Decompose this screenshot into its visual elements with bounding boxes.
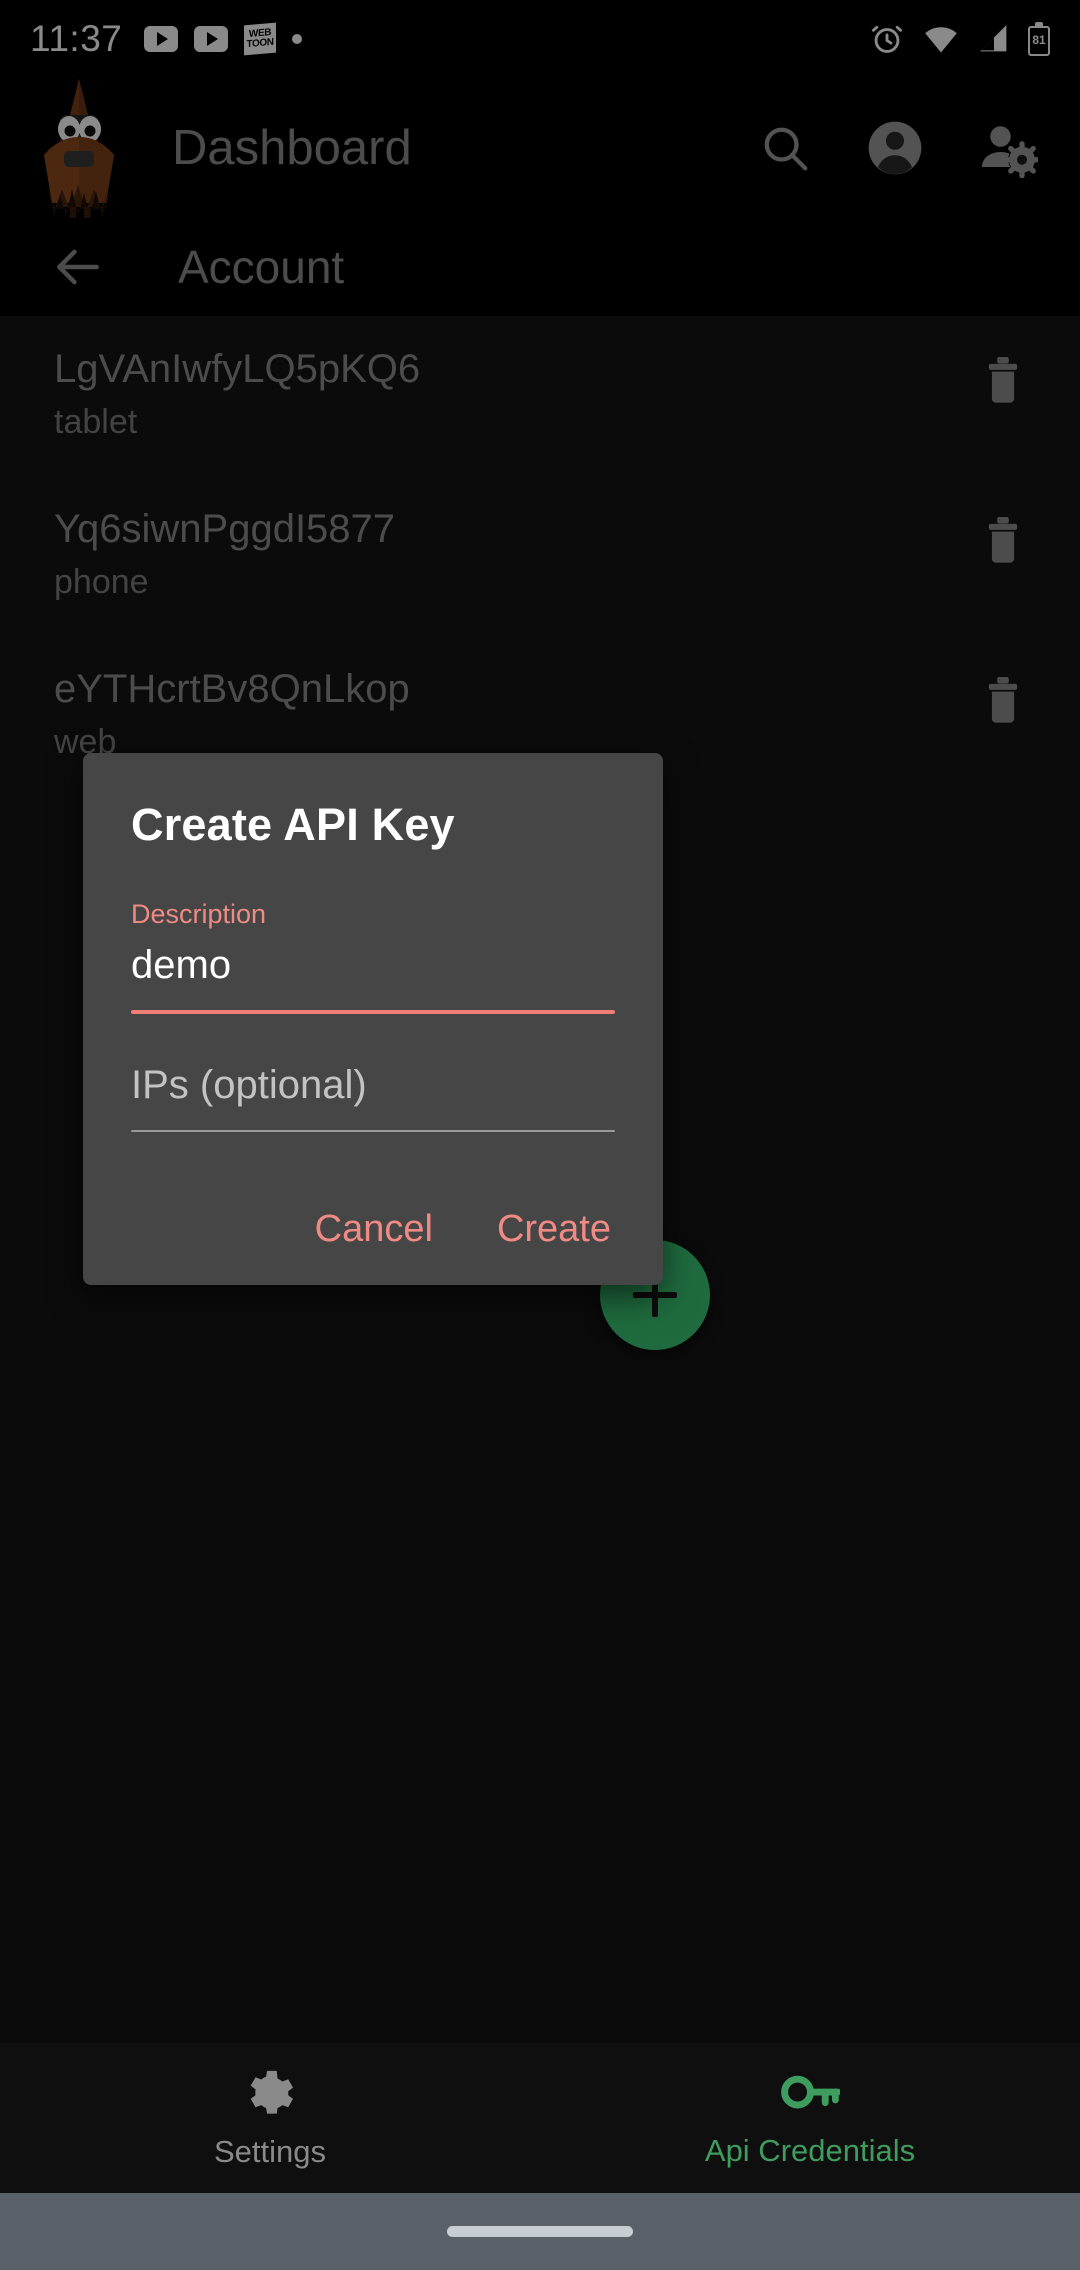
create-api-key-dialog: Create API Key Description demo IPs (opt… [83, 753, 663, 1285]
phone-screen: 11:37 WEB TOON 81 Dashboard Account LgVA… [0, 0, 1080, 2270]
gesture-navigation-bar [0, 2193, 1080, 2270]
description-field-underline [131, 1010, 615, 1014]
tab-settings[interactable]: Settings [0, 2066, 540, 2170]
tab-api-credentials-label: Api Credentials [704, 2133, 916, 2168]
ips-field-group: IPs (optional) [131, 1062, 615, 1132]
ips-input[interactable]: IPs (optional) [131, 1062, 615, 1108]
create-button[interactable]: Create [497, 1208, 611, 1251]
ips-field-underline [131, 1130, 615, 1132]
cancel-button[interactable]: Cancel [315, 1208, 433, 1251]
description-input[interactable]: demo [131, 942, 615, 988]
tab-settings-label: Settings [213, 2134, 326, 2169]
dialog-actions: Cancel Create [131, 1208, 615, 1251]
tab-api-credentials[interactable]: Api Credentials [540, 2067, 1080, 2169]
gear-icon [250, 2070, 294, 2114]
home-gesture-pill[interactable] [447, 2226, 633, 2237]
description-field-label: Description [131, 899, 267, 929]
key-icon [781, 2075, 840, 2109]
bottom-navigation: Settings Api Credentials [0, 2043, 1080, 2193]
description-field-group: Description demo [131, 899, 615, 1014]
dialog-title: Create API Key [131, 799, 455, 850]
